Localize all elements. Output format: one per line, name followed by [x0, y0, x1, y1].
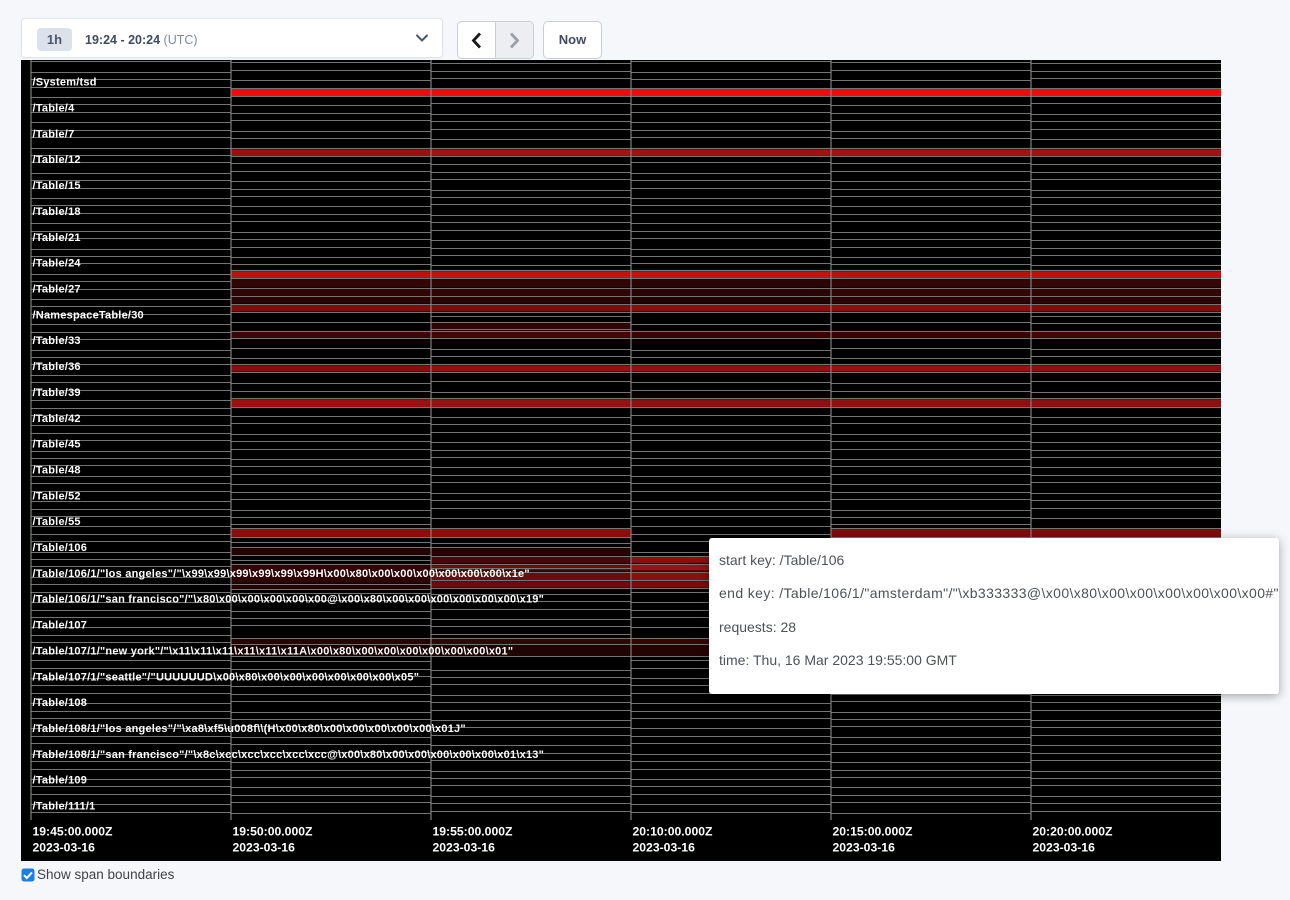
svg-text:/System/tsd: /System/tsd: [33, 77, 97, 89]
svg-text:/Table/106/1/"san francisco"/": /Table/106/1/"san francisco"/"\x80\x00\x…: [33, 594, 545, 606]
svg-text:/Table/111/1: /Table/111/1: [33, 801, 96, 813]
svg-text:2023-03-16: 2023-03-16: [233, 840, 296, 854]
svg-text:/Table/33: /Table/33: [33, 335, 81, 347]
svg-text:/Table/12: /Table/12: [33, 154, 81, 166]
svg-text:20:10:00.000Z: 20:10:00.000Z: [633, 825, 714, 839]
svg-text:20:15:00.000Z: 20:15:00.000Z: [833, 825, 914, 839]
svg-text:/NamespaceTable/30: /NamespaceTable/30: [33, 309, 144, 321]
svg-text:19:50:00.000Z: 19:50:00.000Z: [233, 825, 314, 839]
svg-text:/Table/42: /Table/42: [33, 413, 81, 425]
svg-text:/Table/108/1/"san francisco"/": /Table/108/1/"san francisco"/"\x8c\xcc\x…: [33, 749, 545, 761]
svg-text:/Table/107: /Table/107: [33, 620, 88, 632]
svg-text:/Table/7: /Table/7: [33, 128, 75, 140]
svg-text:/Table/48: /Table/48: [33, 464, 81, 476]
svg-text:/Table/108: /Table/108: [33, 697, 88, 709]
svg-text:/Table/39: /Table/39: [33, 387, 81, 399]
svg-text:/Table/15: /Table/15: [33, 180, 81, 192]
svg-text:/Table/27: /Table/27: [33, 284, 81, 296]
svg-text:/Table/106/1/"los angeles"/"\x: /Table/106/1/"los angeles"/"\x99\x99\x99…: [33, 568, 530, 580]
svg-text:/Table/21: /Table/21: [33, 232, 81, 244]
svg-text:19:55:00.000Z: 19:55:00.000Z: [433, 825, 514, 839]
svg-text:/Table/45: /Table/45: [33, 439, 81, 451]
svg-text:/Table/55: /Table/55: [33, 516, 81, 528]
svg-text:2023-03-16: 2023-03-16: [633, 840, 696, 854]
svg-text:20:20:00.000Z: 20:20:00.000Z: [1033, 825, 1114, 839]
svg-text:/Table/106: /Table/106: [33, 542, 88, 554]
svg-text:/Table/18: /Table/18: [33, 206, 81, 218]
svg-text:/Table/4: /Table/4: [33, 103, 76, 115]
svg-text:/Table/108/1/"los angeles"/"\x: /Table/108/1/"los angeles"/"\xa8\xf5\u00…: [33, 723, 466, 735]
svg-text:2023-03-16: 2023-03-16: [33, 840, 96, 854]
svg-text:/Table/109: /Table/109: [33, 775, 88, 787]
svg-text:/Table/107/1/"new york"/"\x11\: /Table/107/1/"new york"/"\x11\x11\x11\x1…: [33, 645, 514, 657]
svg-text:/Table/52: /Table/52: [33, 490, 81, 502]
svg-text:2023-03-16: 2023-03-16: [833, 840, 896, 854]
svg-text:/Table/107/1/"seattle"/"UUUUUU: /Table/107/1/"seattle"/"UUUUUUD\x00\x80\…: [33, 671, 420, 683]
svg-text:/Table/36: /Table/36: [33, 361, 81, 373]
svg-text:19:45:00.000Z: 19:45:00.000Z: [33, 825, 114, 839]
svg-text:/Table/24: /Table/24: [33, 258, 82, 270]
svg-text:2023-03-16: 2023-03-16: [1033, 840, 1096, 854]
svg-text:2023-03-16: 2023-03-16: [433, 840, 496, 854]
